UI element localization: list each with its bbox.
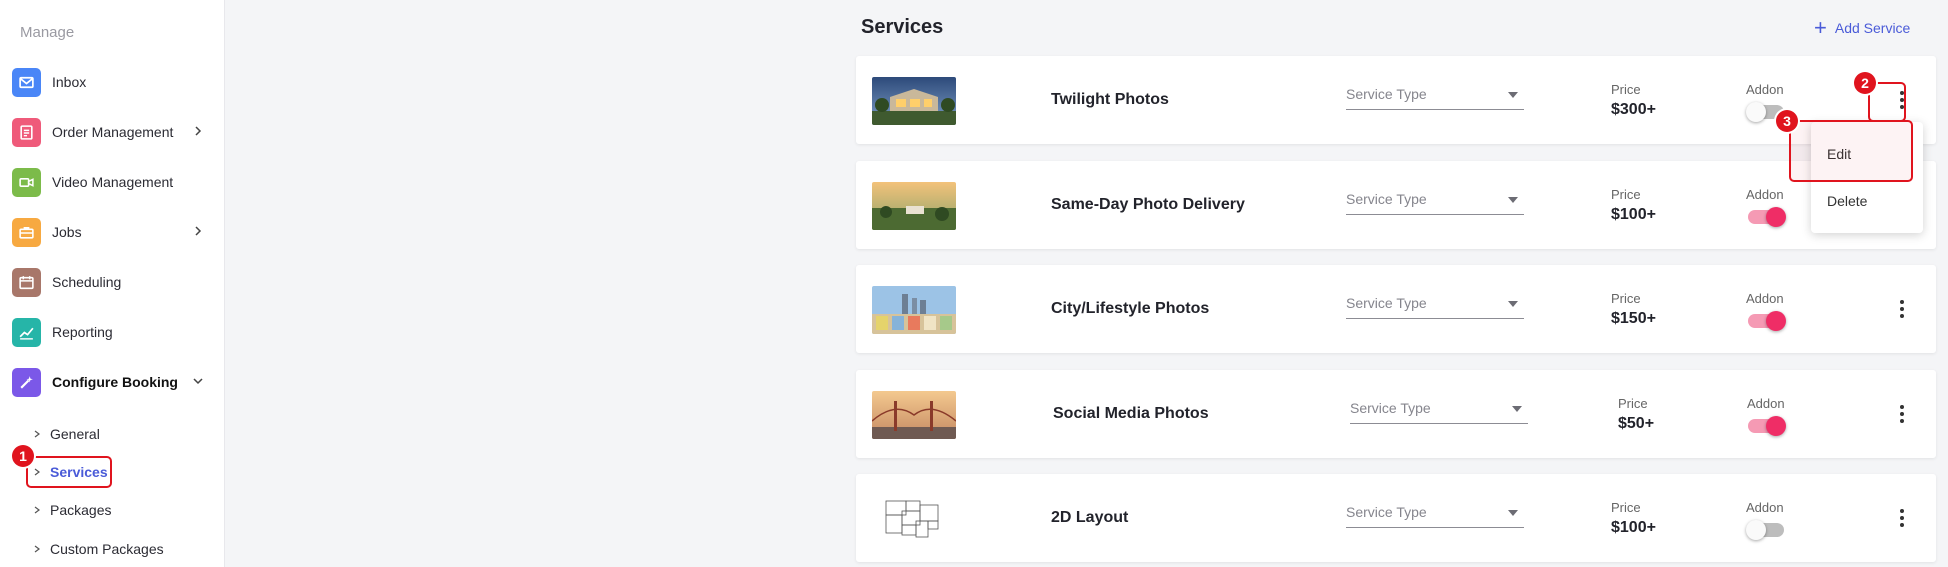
caret-right-icon [34,506,40,514]
step3-badge: 3 [1776,110,1798,132]
service-type-placeholder: Service Type [1346,86,1427,102]
briefcase-icon [12,217,41,247]
price-value: $300+ [1611,101,1656,118]
chevron-right-icon [195,226,202,236]
sidebar-item-label: Inbox [52,74,87,90]
chart-line-icon [12,317,41,347]
service-thumbnail [872,77,956,125]
plus-icon: + [1814,15,1827,40]
sub-item-packages[interactable]: Packages [32,499,111,521]
dropdown-arrow-icon [1508,92,1518,98]
page-title: Services [861,16,944,38]
service-name: Social Media Photos [1053,405,1209,422]
more-options-icon[interactable] [1892,298,1912,320]
service-type-select[interactable]: Service Type [1346,191,1524,215]
price-value: $150+ [1611,310,1656,327]
add-service-button[interactable]: + Add Service [1814,15,1911,40]
service-thumbnail [872,495,956,543]
sub-item-label: General [50,426,100,442]
addon-toggle[interactable] [1748,311,1786,331]
addon-toggle[interactable] [1748,416,1786,436]
sidebar-item-configure-booking[interactable]: Configure Booking [12,367,217,397]
sidebar-item-label: Configure Booking [52,374,178,390]
caret-right-icon [34,545,40,553]
service-type-placeholder: Service Type [1346,504,1427,520]
addon-label: Addon [1747,396,1785,411]
service-type-placeholder: Service Type [1350,400,1431,416]
step3-highlight [1789,120,1913,182]
service-card-social-media: Social Media Photos Service Type Price $… [856,370,1936,458]
sidebar-item-jobs[interactable]: Jobs [12,217,217,247]
sidebar-item-order-management[interactable]: Order Management [12,117,217,147]
price-label: Price [1611,82,1641,97]
sub-item-general[interactable]: General [32,423,100,445]
chevron-down-icon [193,378,203,385]
sidebar-item-label: Jobs [52,224,82,240]
service-type-select[interactable]: Service Type [1346,295,1524,319]
sidebar-item-video-management[interactable]: Video Management [12,167,217,197]
price-label: Price [1611,500,1641,515]
more-options-icon[interactable] [1892,507,1912,529]
video-camera-icon [12,167,41,197]
sub-item-custom-packages[interactable]: Custom Packages [32,538,164,560]
calendar-icon [12,267,41,297]
dropdown-arrow-icon [1508,510,1518,516]
addon-label: Addon [1746,291,1784,306]
price-label: Price [1611,291,1641,306]
sidebar-item-label: Video Management [52,174,174,190]
service-card-twilight: Twilight Photos Service Type Price $300+… [856,56,1936,144]
service-card-city-lifestyle: City/Lifestyle Photos Service Type Price… [856,265,1936,353]
sidebar-item-label: Scheduling [52,274,122,290]
more-options-icon[interactable] [1892,403,1912,425]
price-label: Price [1618,396,1648,411]
sub-item-label: Custom Packages [50,541,164,557]
service-card-same-day: Same-Day Photo Delivery Service Type Pri… [856,161,1936,249]
service-name: City/Lifestyle Photos [1051,300,1210,317]
addon-label: Addon [1746,187,1784,202]
service-type-placeholder: Service Type [1346,295,1427,311]
caret-right-icon [34,430,40,438]
service-name: 2D Layout [1051,509,1129,526]
sub-item-label: Packages [50,502,112,518]
addon-label: Addon [1746,500,1784,515]
addon-toggle[interactable] [1748,207,1786,227]
service-type-select[interactable]: Service Type [1346,86,1524,110]
chevron-right-icon [195,126,202,136]
step2-badge: 2 [1854,72,1876,94]
service-thumbnail [872,182,956,230]
orders-icon [12,117,41,147]
sidebar-item-inbox[interactable]: Inbox [12,67,217,97]
service-name: Twilight Photos [1051,91,1169,108]
service-thumbnail [872,286,956,334]
envelope-icon [12,67,41,97]
price-label: Price [1611,187,1641,202]
menu-item-delete[interactable]: Delete [1827,193,1867,209]
manage-section-label: Manage [20,24,75,41]
step1-highlight [26,456,112,488]
addon-toggle[interactable] [1746,520,1784,540]
dropdown-arrow-icon [1508,197,1518,203]
add-service-label: Add Service [1834,20,1911,36]
sidebar-item-label: Order Management [52,124,174,140]
service-thumbnail [872,391,956,439]
service-type-select[interactable]: Service Type [1346,504,1524,528]
wand-icon [12,367,41,397]
service-type-select[interactable]: Service Type [1350,400,1528,424]
sidebar-item-reporting[interactable]: Reporting [12,317,217,347]
service-name: Same-Day Photo Delivery [1051,196,1245,213]
price-value: $100+ [1611,206,1656,223]
sidebar-item-scheduling[interactable]: Scheduling [12,267,217,297]
service-card-2d-layout: 2D Layout Service Type Price $100+ Addon [856,474,1936,562]
step1-badge: 1 [12,445,34,467]
service-type-placeholder: Service Type [1346,191,1427,207]
dropdown-arrow-icon [1512,406,1522,412]
price-value: $50+ [1618,415,1655,432]
dropdown-arrow-icon [1508,301,1518,307]
addon-label: Addon [1746,82,1784,97]
price-value: $100+ [1611,519,1656,536]
sidebar-item-label: Reporting [52,324,113,340]
